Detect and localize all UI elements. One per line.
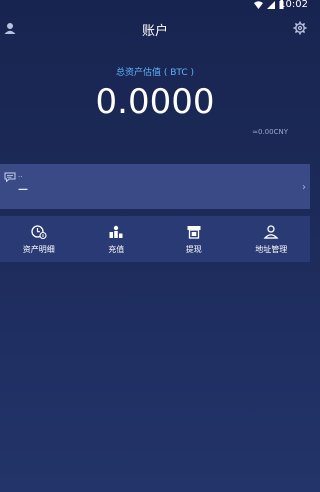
asset-value: 0.0000 — [95, 82, 215, 122]
notice-title: .. — [18, 171, 23, 179]
gear-icon[interactable] — [293, 21, 307, 35]
status-time: 10:02 — [279, 0, 308, 10]
notice-bar[interactable]: .. — › — [0, 164, 310, 209]
address-management-button[interactable]: 地址管理 — [233, 216, 311, 262]
signal-icon — [267, 0, 275, 9]
header: 账户 — [0, 14, 310, 42]
deposit-label: 充值 — [108, 245, 125, 254]
location-person-icon — [263, 225, 279, 239]
atm-icon — [187, 226, 201, 239]
page-title: 账户 — [141, 24, 168, 39]
withdraw-label: 提现 — [185, 245, 202, 254]
asset-details-button[interactable]: 资产明细 — [0, 216, 78, 262]
clock-coin-icon — [31, 225, 47, 239]
withdraw-button[interactable]: 提现 — [155, 216, 233, 262]
asset-details-label: 资产明细 — [22, 245, 55, 254]
status-bar: 10:02 — [230, 0, 310, 10]
chevron-right-icon: › — [302, 182, 306, 193]
address-management-label: 地址管理 — [255, 245, 288, 254]
deposit-button[interactable]: 充值 — [78, 216, 156, 262]
message-icon — [4, 172, 16, 182]
coin-stack-icon — [109, 225, 123, 238]
wifi-icon — [254, 0, 263, 9]
asset-label: 总资产估值 ( BTC ) — [115, 68, 195, 78]
notice-text: — — [18, 184, 28, 195]
actions-bar: 资产明细 充值 提现 地址管理 — [0, 216, 310, 262]
asset-cny-value: ≈0.00CNY — [252, 128, 288, 136]
